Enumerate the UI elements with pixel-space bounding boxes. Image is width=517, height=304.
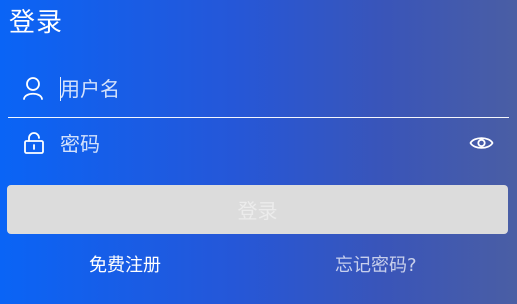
password-field xyxy=(0,118,517,170)
lock-icon xyxy=(24,132,44,154)
page-title: 登录 xyxy=(9,8,64,38)
username-input[interactable] xyxy=(60,73,450,105)
register-link[interactable]: 免费注册 xyxy=(89,254,161,278)
user-icon xyxy=(23,77,43,100)
username-field xyxy=(0,63,517,118)
eye-icon[interactable] xyxy=(469,133,494,153)
login-button[interactable]: 登录 xyxy=(7,185,508,234)
forgot-password-link[interactable]: 忘记密码? xyxy=(335,254,417,278)
password-input[interactable] xyxy=(60,128,450,160)
